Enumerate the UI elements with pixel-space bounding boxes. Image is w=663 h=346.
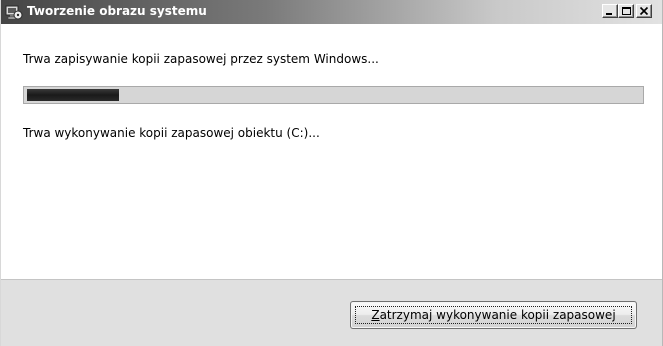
backup-progress-bar <box>23 86 644 104</box>
stop-backup-button-mnemonic: Z <box>371 308 380 322</box>
progress-status-text: Trwa wykonywanie kopii zapasowej obiektu… <box>23 126 320 140</box>
minimize-icon <box>606 13 612 15</box>
title-bar[interactable]: Tworzenie obrazu systemu <box>1 0 662 24</box>
dialog-content: Trwa zapisywanie kopii zapasowej przez s… <box>1 24 662 279</box>
dialog-footer: Zatrzymaj wykonywanie kopii zapasowej <box>1 279 662 346</box>
maximize-icon <box>622 7 631 15</box>
maximize-button[interactable] <box>618 4 634 18</box>
stop-backup-button[interactable]: Zatrzymaj wykonywanie kopii zapasowej <box>350 301 637 329</box>
stop-backup-button-label: Zatrzymaj wykonywanie kopii zapasowej <box>351 308 636 322</box>
window-title: Tworzenie obrazu systemu <box>27 4 207 18</box>
minimize-button[interactable] <box>602 4 618 18</box>
progress-heading: Trwa zapisywanie kopii zapasowej przez s… <box>23 52 379 66</box>
backup-disk-icon <box>5 3 23 21</box>
progress-fill <box>27 89 119 101</box>
stop-backup-button-label-rest: atrzymaj wykonywanie kopii zapasowej <box>379 308 616 322</box>
close-icon <box>639 6 649 16</box>
backup-dialog-window: Tworzenie obrazu systemu Trwa zapisywani… <box>0 0 663 346</box>
close-button[interactable] <box>636 4 652 18</box>
